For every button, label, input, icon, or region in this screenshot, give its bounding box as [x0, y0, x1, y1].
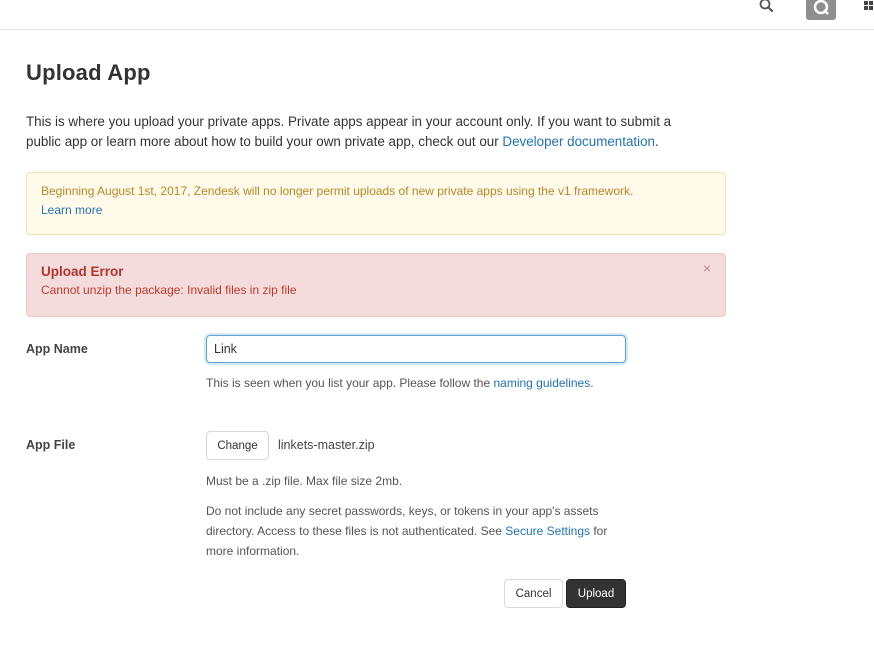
- app-file-label: App File: [26, 438, 76, 452]
- top-bar: [0, 0, 874, 30]
- intro-end: .: [655, 134, 659, 149]
- close-icon[interactable]: ×: [703, 261, 711, 275]
- secure-settings-link[interactable]: Secure Settings: [505, 524, 590, 538]
- secure-settings-note: Do not include any secret passwords, key…: [206, 501, 616, 561]
- naming-guidelines-link[interactable]: naming guidelines: [493, 376, 590, 390]
- developer-documentation-link[interactable]: Developer documentation: [502, 134, 655, 149]
- selected-file-name: linkets-master.zip: [278, 438, 375, 452]
- upload-button[interactable]: Upload: [566, 579, 626, 608]
- learn-more-link[interactable]: Learn more: [41, 201, 711, 220]
- app-name-hint: This is seen when you list your app. Ple…: [206, 373, 616, 393]
- warning-text: Beginning August 1st, 2017, Zendesk will…: [41, 184, 634, 198]
- cancel-button[interactable]: Cancel: [504, 579, 563, 608]
- file-size-hint: Must be a .zip file. Max file size 2mb.: [206, 474, 403, 488]
- profile-icon[interactable]: [806, 0, 836, 20]
- error-title: Upload Error: [41, 264, 124, 279]
- v1-framework-warning: Beginning August 1st, 2017, Zendesk will…: [26, 172, 726, 235]
- error-message: Cannot unzip the package: Invalid files …: [41, 283, 297, 297]
- change-file-button[interactable]: Change: [206, 431, 269, 460]
- intro-paragraph: This is where you upload your private ap…: [26, 112, 706, 152]
- app-name-label: App Name: [26, 342, 88, 356]
- app-name-input[interactable]: [206, 335, 626, 363]
- search-icon[interactable]: [757, 0, 777, 14]
- apps-grid-icon[interactable]: [862, 0, 874, 12]
- upload-error-alert: Upload Error Cannot unzip the package: I…: [26, 253, 726, 317]
- page-title: Upload App: [26, 60, 151, 85]
- app-name-hint-end: .: [590, 376, 594, 390]
- app-name-hint-text: This is seen when you list your app. Ple…: [206, 376, 494, 390]
